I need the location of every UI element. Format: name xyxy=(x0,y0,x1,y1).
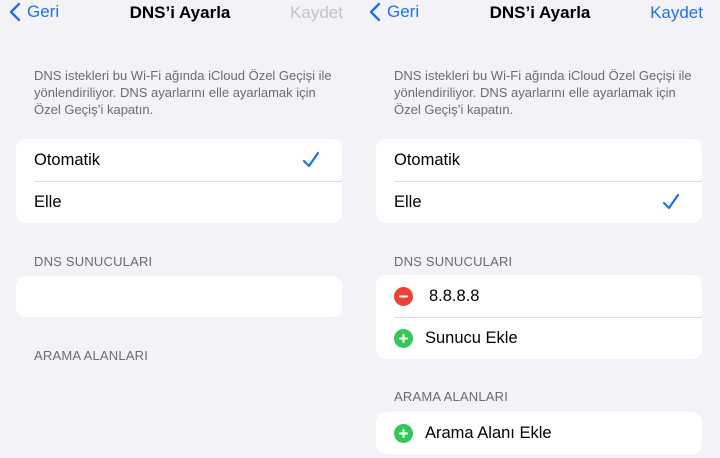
mode-option-label: Elle xyxy=(34,192,62,211)
mode-option-manual[interactable]: Elle xyxy=(16,181,342,223)
add-server-button[interactable] xyxy=(394,328,413,348)
navigation-bar: Geri DNS’i Ayarla Kaydet xyxy=(0,0,360,26)
remove-server-button[interactable] xyxy=(394,286,413,306)
mode-option-automatic[interactable]: Otomatik xyxy=(376,139,702,181)
add-search-domain-label: Arama Alanı Ekle xyxy=(425,423,552,442)
search-domains-section-title: ARAMA ALANLARI xyxy=(34,348,149,363)
private-relay-info: DNS istekleri bu Wi-Fi ağında iCloud Öze… xyxy=(34,68,332,117)
dns-servers-group-empty xyxy=(16,276,342,317)
mode-option-manual[interactable]: Elle xyxy=(376,181,702,223)
dns-servers-section-title: DNS SUNUCULARI xyxy=(394,254,513,269)
add-server-row[interactable]: Sunucu Ekle xyxy=(376,317,702,359)
add-search-domain-row[interactable]: Arama Alanı Ekle xyxy=(376,412,702,454)
checkmark-icon xyxy=(302,151,320,168)
mode-option-label: Otomatik xyxy=(34,150,101,169)
navigation-bar: Geri DNS’i Ayarla Kaydet xyxy=(360,0,720,26)
plus-icon xyxy=(399,333,408,343)
dns-servers-section-title: DNS SUNUCULARI xyxy=(34,254,153,269)
dns-mode-group: Otomatik Elle xyxy=(376,139,702,223)
search-domains-group: Arama Alanı Ekle xyxy=(376,412,702,454)
search-domains-section-title: ARAMA ALANLARI xyxy=(394,389,509,404)
dns-settings-manual-panel: Geri DNS’i Ayarla Kaydet DNS istekleri b… xyxy=(360,0,720,458)
dns-mode-group: Otomatik Elle xyxy=(16,139,342,223)
mode-option-automatic[interactable]: Otomatik xyxy=(16,139,342,181)
mode-option-label: Otomatik xyxy=(394,150,461,169)
add-search-domain-button[interactable] xyxy=(394,423,413,443)
mode-option-label: Elle xyxy=(394,192,422,211)
private-relay-info: DNS istekleri bu Wi-Fi ağında iCloud Öze… xyxy=(394,68,692,117)
minus-icon xyxy=(399,295,408,297)
checkmark-icon xyxy=(662,193,680,210)
dns-server-row: 8.8.8.8 xyxy=(376,275,702,317)
add-server-label: Sunucu Ekle xyxy=(425,328,518,347)
dns-servers-group: 8.8.8.8 Sunucu Ekle xyxy=(376,275,702,359)
save-button[interactable]: Kaydet xyxy=(650,3,703,23)
plus-icon xyxy=(399,428,408,438)
save-button[interactable]: Kaydet xyxy=(290,3,343,23)
dns-settings-automatic-panel: Geri DNS’i Ayarla Kaydet DNS istekleri b… xyxy=(0,0,360,458)
dns-server-address[interactable]: 8.8.8.8 xyxy=(429,287,479,306)
